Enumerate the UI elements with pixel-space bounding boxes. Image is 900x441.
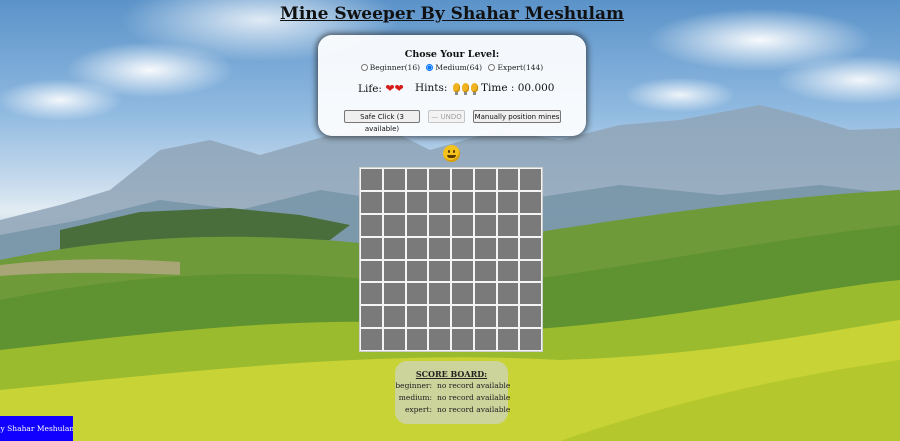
board-cell[interactable] (474, 306, 496, 328)
score-board-title: SCORE BOARD: (415, 369, 488, 379)
board-cell[interactable] (429, 169, 450, 190)
board-cell[interactable] (383, 283, 405, 305)
board-cell[interactable] (452, 169, 473, 190)
board-cell[interactable] (520, 237, 541, 259)
board-cell[interactable] (383, 306, 405, 328)
score-board: SCORE BOARD: beginner: no record availab… (395, 361, 510, 424)
board-cell[interactable] (361, 169, 382, 190)
board-cell[interactable] (452, 260, 473, 282)
board-cell[interactable] (452, 214, 473, 236)
board-cell[interactable] (520, 329, 541, 350)
board-cell[interactable] (361, 237, 382, 259)
board-cell[interactable] (383, 169, 405, 190)
board-cell[interactable] (361, 329, 382, 350)
life-indicator: Life: ❤❤ (358, 82, 404, 95)
undo-button[interactable]: — UNDO (428, 110, 465, 123)
board-cell[interactable] (474, 237, 496, 259)
board-cell[interactable] (497, 283, 519, 305)
level-radio-expert[interactable] (488, 64, 496, 71)
board-cell[interactable] (361, 306, 382, 328)
board-cell[interactable] (474, 214, 496, 236)
board-cell[interactable] (406, 329, 428, 350)
board-cell[interactable] (497, 260, 519, 282)
board-cell[interactable] (383, 191, 405, 213)
board-cell[interactable] (429, 306, 450, 328)
board-cell[interactable] (520, 169, 541, 190)
board-cell[interactable] (520, 283, 541, 305)
manual-position-mines-button[interactable]: Manually position mines (473, 110, 561, 123)
board-cell[interactable] (474, 329, 496, 350)
board-cell[interactable] (497, 237, 519, 259)
board-cell[interactable] (474, 260, 496, 282)
level-option-beginner[interactable]: Beginner(16) (360, 63, 420, 72)
board-cell[interactable] (497, 329, 519, 350)
board-cell[interactable] (520, 214, 541, 236)
board-cell[interactable] (361, 191, 382, 213)
lightbulb-icon[interactable] (452, 83, 460, 95)
level-option-medium[interactable]: Medium(64) (426, 63, 482, 72)
board-cell[interactable] (497, 306, 519, 328)
board-cell[interactable] (452, 237, 473, 259)
board-cell[interactable] (429, 237, 450, 259)
hints-indicator: Hints: (415, 82, 478, 95)
board-cell[interactable] (406, 169, 428, 190)
lightbulb-icon[interactable] (461, 83, 469, 95)
minefield-board (359, 167, 543, 352)
board-cell[interactable] (497, 191, 519, 213)
level-selector: Beginner(16) Medium(64) Expert(144) (318, 63, 586, 72)
board-cell[interactable] (429, 283, 450, 305)
board-cell[interactable] (361, 283, 382, 305)
board-cell[interactable] (474, 191, 496, 213)
safe-click-button[interactable]: Safe Click (3 available) (344, 110, 420, 133)
board-cell[interactable] (383, 214, 405, 236)
board-cell[interactable] (361, 260, 382, 282)
board-cell[interactable] (452, 283, 473, 305)
heart-icon: ❤ (385, 82, 395, 95)
level-radio-beginner[interactable] (360, 64, 368, 71)
level-option-expert[interactable]: Expert(144) (488, 63, 543, 72)
board-cell[interactable] (406, 283, 428, 305)
board-cell[interactable] (361, 214, 382, 236)
board-cell[interactable] (406, 191, 428, 213)
board-cell[interactable] (520, 191, 541, 213)
board-cell[interactable] (497, 169, 519, 190)
board-cell[interactable] (383, 237, 405, 259)
board-cell[interactable] (406, 260, 428, 282)
level-radio-medium[interactable] (426, 64, 434, 71)
board-cell[interactable] (406, 306, 428, 328)
board-cell[interactable] (383, 329, 405, 350)
board-cell[interactable] (406, 214, 428, 236)
board-cell[interactable] (406, 237, 428, 259)
board-cell[interactable] (520, 306, 541, 328)
lightbulb-icon[interactable] (470, 83, 478, 95)
timer: Time : 00.000 (481, 82, 555, 94)
board-cell[interactable] (452, 329, 473, 350)
heart-icon: ❤ (394, 82, 404, 95)
footer-credit: By Shahar Meshulam (0, 416, 73, 441)
board-cell[interactable] (383, 260, 405, 282)
board-cell[interactable] (474, 283, 496, 305)
board-cell[interactable] (497, 214, 519, 236)
level-heading: Chose Your Level: (404, 49, 500, 60)
board-cell[interactable] (429, 329, 450, 350)
board-cell[interactable] (429, 214, 450, 236)
board-cell[interactable] (520, 260, 541, 282)
board-cell[interactable] (474, 169, 496, 190)
smiley-face-icon[interactable] (443, 145, 460, 162)
board-cell[interactable] (429, 191, 450, 213)
board-cell[interactable] (429, 260, 450, 282)
page-title: Mine Sweeper By Shahar Meshulam (280, 4, 624, 24)
board-cell[interactable] (452, 306, 473, 328)
board-cell[interactable] (452, 191, 473, 213)
controls-panel: Chose Your Level: Beginner(16) Medium(64… (318, 35, 586, 136)
